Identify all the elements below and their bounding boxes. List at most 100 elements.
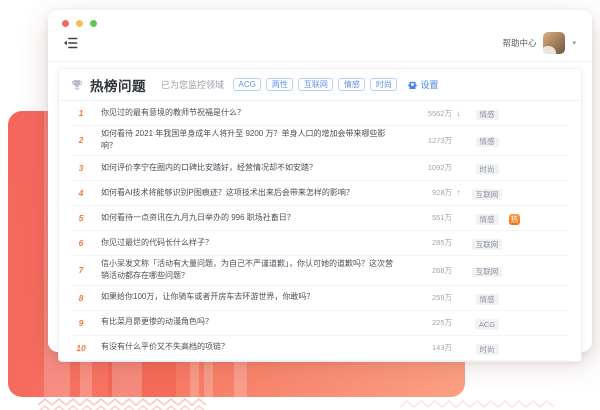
question-text: 如何看待一点资讯在九月九日举办的 996 职场社畜日？ bbox=[101, 212, 406, 224]
view-count: 268万 bbox=[406, 265, 452, 276]
monitor-label: 已为您监控领域 bbox=[161, 78, 224, 91]
question-text: 如何评价李宁在圈内的口碑比安踏好，经营情况却不如安踏？ bbox=[101, 162, 406, 174]
category-tag-cell: 互联网 bbox=[465, 184, 509, 202]
rank-number: 9 bbox=[71, 318, 91, 328]
category-tag: 情感 bbox=[476, 110, 499, 121]
zigzag-pattern bbox=[38, 396, 218, 410]
settings-button[interactable]: 设置 bbox=[408, 78, 438, 91]
question-text: 有没有什么平价又不失高档的项链？ bbox=[101, 341, 406, 353]
app-header-right: 帮助中心 ▾ bbox=[502, 32, 576, 54]
menu-fold-icon[interactable] bbox=[64, 37, 78, 49]
rank-number: 5 bbox=[71, 213, 91, 223]
category-tag-cell: 情感 bbox=[465, 131, 509, 149]
hot-badge-cell bbox=[509, 184, 525, 202]
question-text: 如何看待 2021 年我国单身成年人将升至 9200 万？单身人口的增加会带来哪… bbox=[101, 128, 406, 153]
category-tag-cell: 情感 bbox=[465, 104, 509, 122]
view-count: 1092万 bbox=[406, 162, 452, 173]
hot-badge-cell bbox=[509, 289, 525, 307]
hot-badge-cell bbox=[509, 339, 525, 357]
category-tag: 互联网 bbox=[472, 239, 503, 250]
view-count: 1273万 bbox=[406, 135, 452, 146]
category-tag: 情感 bbox=[476, 214, 499, 225]
trophy-icon bbox=[71, 79, 83, 91]
hot-badge-cell bbox=[509, 314, 525, 332]
maximize-window-button[interactable] bbox=[90, 20, 97, 27]
table-row[interactable]: 5 如何看待一点资讯在九月九日举办的 996 职场社畜日？ 551万 情感 热 bbox=[71, 206, 569, 231]
app-window: 帮助中心 ▾ 热榜问题 已为您监控领域 ACG两性互联网情感时尚 设置 1 你见… bbox=[48, 10, 592, 352]
hot-badge-cell bbox=[509, 131, 525, 149]
chevron-down-icon[interactable]: ▾ bbox=[572, 40, 576, 47]
category-tag: 时尚 bbox=[476, 344, 499, 355]
settings-label: 设置 bbox=[420, 78, 438, 91]
category-tag: 时尚 bbox=[476, 164, 499, 175]
rank-number: 8 bbox=[71, 293, 91, 303]
close-window-button[interactable] bbox=[62, 20, 69, 27]
question-text: 如何看AI技术将能够识别P图痕迹？这项技术出来后会带来怎样的影响？ bbox=[101, 187, 406, 199]
category-tag-cell: 时尚 bbox=[465, 339, 509, 357]
rank-number: 1 bbox=[71, 108, 91, 118]
category-tag: 情感 bbox=[476, 294, 499, 305]
question-text: 你见过的最有意境的教师节祝福是什么？ bbox=[101, 107, 406, 119]
question-text: 有比菜月昴更惨的动漫角色吗？ bbox=[101, 316, 406, 328]
table-row[interactable]: 8 如果给你100万，让你骑车或者开房车去环游世界，你敢吗？ 259万 情感 bbox=[71, 286, 569, 311]
trend-icon: ↓ bbox=[452, 109, 465, 118]
table-row[interactable]: 3 如何评价李宁在圈内的口碑比安踏好，经营情况却不如安踏？ 1092万 时尚 bbox=[71, 156, 569, 181]
trend-icon: ↑ bbox=[452, 188, 465, 197]
window-titlebar bbox=[48, 10, 592, 29]
category-tag: ACG bbox=[475, 319, 499, 330]
table-row[interactable]: 1 你见过的最有意境的教师节祝福是什么？ 5562万 ↓ 情感 bbox=[71, 101, 569, 126]
hot-table: 1 你见过的最有意境的教师节祝福是什么？ 5562万 ↓ 情感 2 如何看待 2… bbox=[59, 101, 581, 362]
table-row[interactable]: 2 如何看待 2021 年我国单身成年人将升至 9200 万？单身人口的增加会带… bbox=[71, 126, 569, 156]
rank-number: 3 bbox=[71, 163, 91, 173]
user-avatar[interactable] bbox=[543, 32, 565, 54]
view-count: 5562万 bbox=[406, 108, 452, 119]
rank-number: 6 bbox=[71, 238, 91, 248]
table-row[interactable]: 11 我20岁我觉得自己很不漂亮怎么办？ 140万 情感 bbox=[71, 361, 569, 362]
help-center-link[interactable]: 帮助中心 bbox=[502, 37, 536, 49]
domain-tag[interactable]: 情感 bbox=[338, 78, 365, 91]
rank-number: 2 bbox=[71, 135, 91, 145]
view-count: 259万 bbox=[406, 292, 452, 303]
category-tag-cell: 情感 bbox=[465, 209, 509, 227]
hot-badge-cell bbox=[509, 159, 525, 177]
domain-tags: ACG 两性互联网情感时尚 bbox=[233, 78, 397, 91]
view-count: 225万 bbox=[406, 317, 452, 328]
table-row[interactable]: 10 有没有什么平价又不失高档的项链？ 143万 时尚 bbox=[71, 336, 569, 361]
question-text: 你见过最烂的代码长什么样子？ bbox=[101, 237, 406, 249]
category-tag: 互联网 bbox=[472, 189, 503, 200]
view-count: 928万 bbox=[406, 187, 452, 198]
table-row[interactable]: 9 有比菜月昴更惨的动漫角色吗？ 225万 ACG bbox=[71, 311, 569, 336]
hot-badge: 热 bbox=[509, 214, 520, 225]
category-tag-cell: 互联网 bbox=[465, 234, 509, 252]
minimize-window-button[interactable] bbox=[76, 20, 83, 27]
hot-badge-cell: 热 bbox=[509, 209, 525, 227]
category-tag-cell: 时尚 bbox=[465, 159, 509, 177]
rank-number: 4 bbox=[71, 188, 91, 198]
app-header-bar: 帮助中心 ▾ bbox=[48, 29, 592, 62]
category-tag: 互联网 bbox=[472, 267, 503, 278]
category-tag-cell: 互联网 bbox=[465, 261, 509, 279]
table-row[interactable]: 6 你见过最烂的代码长什么样子？ 285万 互联网 bbox=[71, 231, 569, 256]
zigzag-pattern bbox=[400, 398, 560, 410]
rank-number: 7 bbox=[71, 265, 91, 275]
hot-badge-cell bbox=[509, 234, 525, 252]
table-row[interactable]: 7 信小呆发文称「活动有大量问题，为自己不严谨道歉」，你认可她的道歉吗？这次营销… bbox=[71, 256, 569, 286]
view-count: 285万 bbox=[406, 237, 452, 248]
category-tag: 情感 bbox=[476, 137, 499, 148]
gear-icon bbox=[408, 80, 417, 89]
panel-header: 热榜问题 已为您监控领域 ACG 两性互联网情感时尚 设置 bbox=[59, 69, 581, 101]
domain-tag[interactable]: 互联网 bbox=[298, 78, 333, 91]
panel-title: 热榜问题 bbox=[90, 75, 146, 95]
hot-list-panel: 热榜问题 已为您监控领域 ACG两性互联网情感时尚 设置 1 你见过的最有意境的… bbox=[58, 68, 582, 362]
category-tag-cell: ACG bbox=[465, 314, 509, 332]
rank-number: 10 bbox=[71, 343, 91, 353]
domain-tag[interactable]: 两性 bbox=[266, 78, 293, 91]
domain-tag[interactable]: ACG bbox=[233, 78, 261, 91]
domain-tag[interactable]: 时尚 bbox=[370, 78, 397, 91]
question-text: 信小呆发文称「活动有大量问题，为自己不严谨道歉」，你认可她的道歉吗？这次营销活动… bbox=[101, 258, 406, 283]
question-text: 如果给你100万，让你骑车或者开房车去环游世界，你敢吗？ bbox=[101, 291, 406, 303]
table-row[interactable]: 4 如何看AI技术将能够识别P图痕迹？这项技术出来后会带来怎样的影响？ 928万… bbox=[71, 181, 569, 206]
hot-badge-cell bbox=[509, 261, 525, 279]
view-count: 143万 bbox=[406, 342, 452, 353]
hot-badge-cell bbox=[509, 104, 525, 122]
